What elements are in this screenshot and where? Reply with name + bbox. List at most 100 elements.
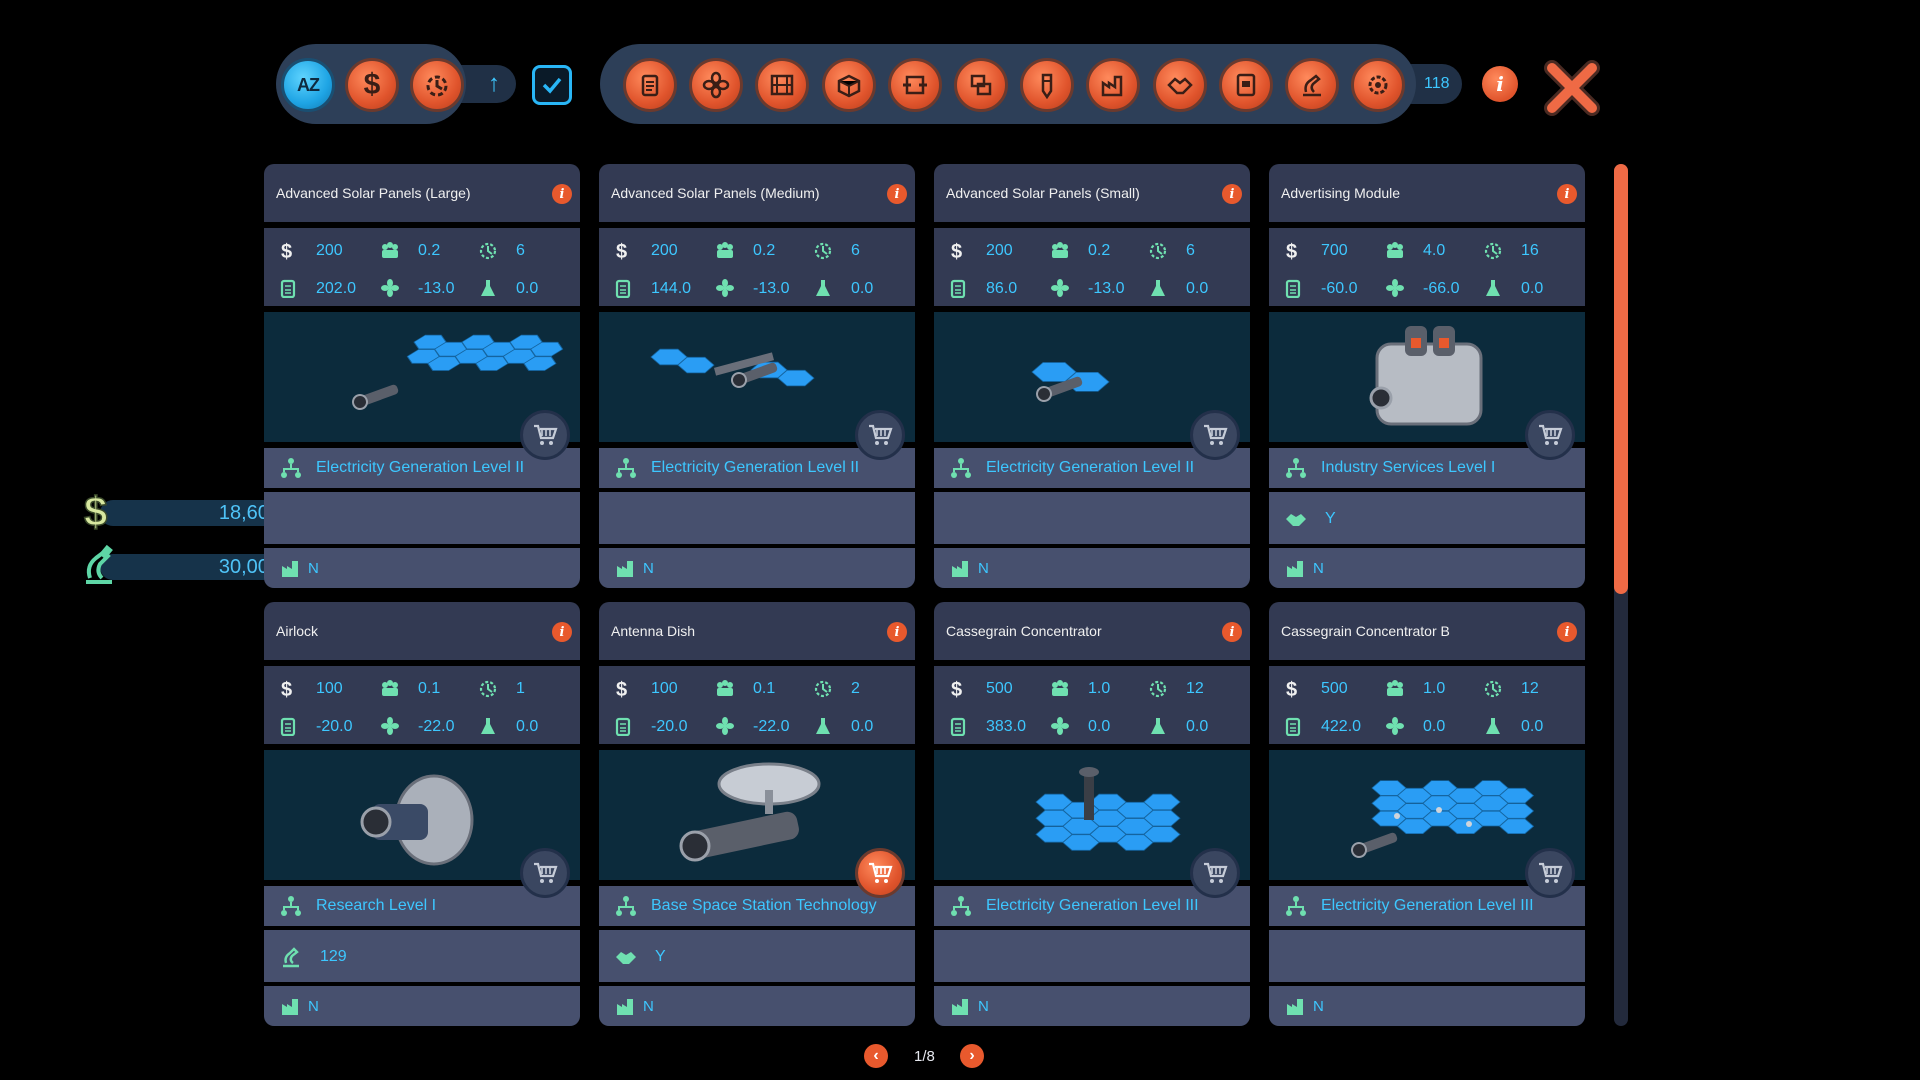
item-stats: $700 4.0 16 -60.0 -66.0 0.0 [1269, 228, 1585, 306]
category-count: 118 [1424, 75, 1450, 92]
next-page-button[interactable]: › [960, 1044, 984, 1068]
stat-cost: 500 [1321, 680, 1348, 697]
info-icon[interactable]: i [887, 622, 907, 642]
stat-flask: 0.0 [1521, 718, 1544, 735]
stat-time: 6 [516, 242, 525, 259]
info-icon[interactable]: i [1222, 184, 1242, 204]
svg-text:$: $ [951, 241, 962, 260]
sort-cost-button[interactable]: $ [345, 58, 399, 112]
item-card[interactable]: Cassegrain Concentrator i $500 1.0 12 383.0 0.… [934, 602, 1250, 1026]
factory-icon [282, 999, 298, 1015]
category-module-button[interactable] [887, 58, 942, 112]
item-card[interactable]: Advertising Module i $700 4.0 16 -60.0 -66.0 0.… [1269, 164, 1585, 588]
air-icon [381, 279, 399, 297]
add-to-cart-button[interactable] [855, 848, 905, 898]
category-gear-button[interactable] [1351, 58, 1406, 112]
cart-icon [1539, 424, 1563, 445]
stat-power: -20.0 [651, 718, 688, 735]
info-icon[interactable]: i [1557, 184, 1577, 204]
info-icon[interactable]: i [887, 184, 907, 204]
svg-text:$: $ [951, 679, 962, 698]
facility-row: N [1269, 548, 1585, 588]
info-icon[interactable]: i [552, 184, 572, 204]
add-to-cart-button[interactable] [520, 848, 570, 898]
tech-tree-icon [1286, 458, 1306, 478]
card-header: Advanced Solar Panels (Medium) i [599, 164, 915, 222]
requirement-value: 129 [320, 948, 347, 965]
cart-icon [534, 862, 558, 883]
requirement-value: Y [655, 948, 666, 965]
item-title: Advanced Solar Panels (Small) [946, 185, 1140, 201]
category-book-button[interactable] [1218, 58, 1273, 112]
stat-crew: 1.0 [1423, 680, 1446, 697]
time-icon [426, 75, 448, 97]
tech-tree-icon [616, 458, 636, 478]
flask-icon [481, 280, 495, 296]
add-to-cart-button[interactable] [1525, 410, 1575, 460]
facility-row: N [934, 986, 1250, 1026]
info-icon[interactable]: i [552, 622, 572, 642]
category-tech-button[interactable] [954, 58, 1008, 112]
add-to-cart-button[interactable] [1190, 848, 1240, 898]
flask-icon [1486, 280, 1500, 296]
category-factory-button[interactable] [1086, 58, 1141, 112]
stat-cost: 200 [316, 242, 343, 259]
flask-icon [1486, 718, 1500, 734]
category-handshake-button[interactable] [1152, 58, 1207, 112]
tech-tree-icon [281, 896, 301, 916]
item-card[interactable]: Antenna Dish i $100 0.1 2 -20.0 -22.0 0.0 Base S… [599, 602, 915, 1026]
close-button[interactable] [1540, 56, 1604, 120]
add-to-cart-button[interactable] [855, 410, 905, 460]
stat-flask: 0.0 [516, 718, 539, 735]
cart-icon [534, 424, 558, 445]
stat-air: -13.0 [418, 280, 455, 297]
cost-icon: $ [281, 241, 292, 260]
info-button[interactable]: i [1482, 66, 1518, 102]
info-icon[interactable]: i [1222, 622, 1242, 642]
arrow-up-icon[interactable]: ↑ [481, 70, 507, 98]
stat-air: -13.0 [1088, 280, 1125, 297]
category-clipboard-button[interactable] [623, 58, 677, 112]
flask-icon [816, 718, 830, 734]
add-to-cart-button[interactable] [520, 410, 570, 460]
fan-icon [702, 71, 730, 99]
item-card[interactable]: Airlock i $100 0.1 1 -20.0 -22.0 0.0 Research Le… [264, 602, 580, 1026]
category-capsule-button[interactable] [1020, 58, 1075, 112]
category-fan-button[interactable] [689, 58, 744, 112]
info-icon[interactable]: i [1557, 622, 1577, 642]
money-resource: $ 18,600 [70, 488, 296, 532]
dollar-icon: $ [83, 488, 108, 532]
stat-cost: 200 [651, 242, 678, 259]
module-icon [902, 75, 927, 95]
stat-cost: 700 [1321, 242, 1348, 259]
item-card[interactable]: Advanced Solar Panels (Medium) i $200 0.2 6 1… [599, 164, 915, 588]
facility-row: N [1269, 986, 1585, 1026]
air-icon [1386, 279, 1404, 297]
sort-time-button[interactable] [410, 58, 464, 112]
filter-checkbox[interactable] [532, 65, 572, 105]
prev-page-button[interactable]: ‹ [864, 1044, 888, 1068]
item-card[interactable]: Cassegrain Concentrator B i $500 1.0 12 422.0… [1269, 602, 1585, 1026]
stat-air: 0.0 [1423, 718, 1446, 735]
add-to-cart-button[interactable] [1190, 410, 1240, 460]
requirement-row: Y [1269, 492, 1585, 544]
item-card[interactable]: Advanced Solar Panels (Large) i $200 0.2 6 20… [264, 164, 580, 588]
stat-time: 16 [1521, 242, 1539, 259]
flask-icon [481, 718, 495, 734]
facility-row: N [934, 548, 1250, 588]
stat-crew: 1.0 [1088, 680, 1111, 697]
research-resource: 30,000 [70, 544, 296, 586]
crate-icon [837, 74, 860, 98]
item-card[interactable]: Advanced Solar Panels (Small) i $200 0.2 6 86… [934, 164, 1250, 588]
tech-label: Electricity Generation Level II [316, 459, 525, 476]
stat-crew: 0.2 [1088, 242, 1111, 259]
requirement-row [264, 492, 580, 544]
category-microscope-button[interactable] [1285, 58, 1339, 112]
stat-power: 422.0 [1321, 718, 1362, 735]
crew-icon [1052, 680, 1068, 696]
category-storage-rack-button[interactable] [755, 58, 810, 112]
add-to-cart-button[interactable] [1525, 848, 1575, 898]
sort-alpha-button[interactable]: AZ [281, 58, 335, 112]
category-crate-button[interactable] [821, 58, 876, 112]
scrollbar-thumb[interactable] [1614, 164, 1628, 594]
